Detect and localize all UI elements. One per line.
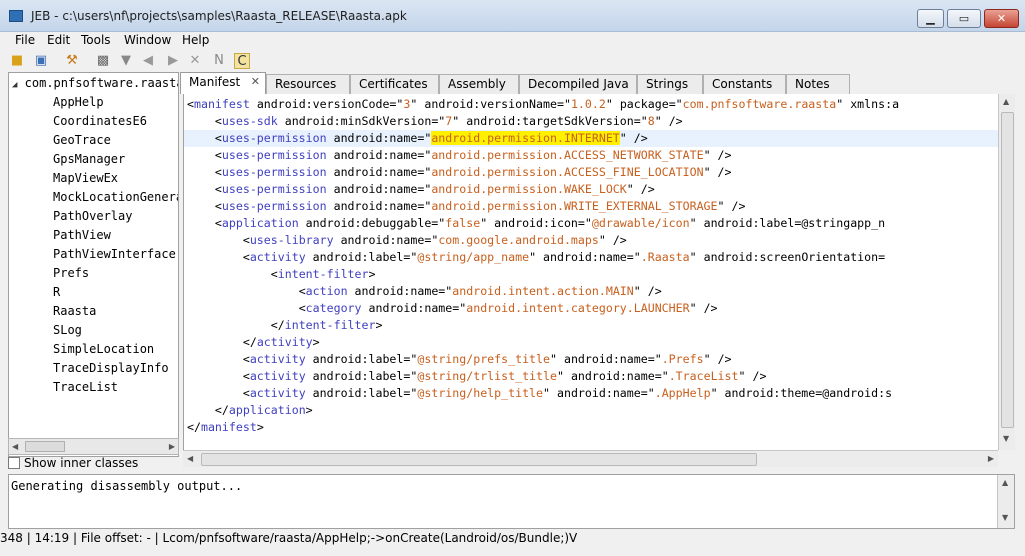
back-icon[interactable]: ◀ bbox=[140, 53, 156, 69]
code-line[interactable]: </application> bbox=[187, 402, 313, 419]
tab-resources[interactable]: Resources bbox=[266, 74, 350, 94]
tab-manifest[interactable]: Manifest ✕ bbox=[180, 72, 266, 94]
code-line[interactable]: <activity android:label="@string/app_nam… bbox=[187, 249, 885, 266]
tab-certificates[interactable]: Certificates bbox=[350, 74, 439, 94]
tab-constants[interactable]: Constants bbox=[703, 74, 786, 94]
binary-icon[interactable]: ▩ bbox=[95, 53, 111, 69]
menu-bar: File Edit Tools Window Help bbox=[0, 32, 1025, 51]
show-inner-classes-checkbox[interactable] bbox=[8, 457, 20, 469]
rename-icon[interactable]: N bbox=[211, 53, 227, 69]
tree-item[interactable]: Prefs bbox=[53, 266, 89, 285]
delete-icon[interactable]: ✕ bbox=[187, 53, 203, 69]
tree-item[interactable]: PathView bbox=[53, 228, 111, 247]
tree-item[interactable]: GpsManager bbox=[53, 152, 125, 171]
console-panel: Generating disassembly output... ▲ ▼ bbox=[8, 474, 1015, 529]
expand-arrow-icon[interactable]: ◢ bbox=[12, 80, 17, 90]
menu-tools[interactable]: Tools bbox=[79, 33, 113, 47]
scroll-up-icon[interactable]: ▲ bbox=[1003, 97, 1009, 106]
toolbar: ■ ▣ ⚒ ▩ ▼ ◀ ▶ ✕ N C bbox=[0, 51, 1025, 71]
status-bar: 348 | 14:19 | File offset: - | Lcom/pnfs… bbox=[0, 531, 578, 545]
code-line[interactable]: <activity android:label="@string/prefs_t… bbox=[187, 351, 732, 368]
scroll-right-icon[interactable]: ▶ bbox=[169, 442, 175, 451]
comment-icon[interactable]: C bbox=[234, 53, 250, 69]
code-line[interactable]: <category android:name="android.intent.c… bbox=[187, 300, 718, 317]
tree-item[interactable]: SimpleLocation bbox=[53, 342, 154, 361]
code-line[interactable]: <activity android:label="@string/trlist_… bbox=[187, 368, 767, 385]
code-line[interactable]: <application android:debuggable="false" … bbox=[187, 215, 885, 232]
title-bar: JEB - c:\users\nf\projects\samples\Raast… bbox=[0, 0, 1025, 32]
tree-item[interactable]: Raasta bbox=[53, 304, 96, 323]
close-button[interactable]: ✕ bbox=[984, 9, 1019, 28]
tree-item[interactable]: CoordinatesE6 bbox=[53, 114, 147, 133]
scroll-down-icon[interactable]: ▼ bbox=[1002, 513, 1008, 522]
tree-item[interactable]: MapViewEx bbox=[53, 171, 118, 190]
code-line[interactable]: </activity> bbox=[187, 334, 320, 351]
tree-root[interactable]: ◢ com.pnfsoftware.raasta bbox=[12, 76, 178, 95]
minimize-button[interactable]: ▁ bbox=[917, 9, 944, 28]
show-inner-classes-label: Show inner classes bbox=[24, 456, 139, 470]
tree-item[interactable]: GeoTrace bbox=[53, 133, 111, 152]
menu-window[interactable]: Window bbox=[122, 33, 173, 47]
code-line[interactable]: <uses-permission android:name="android.p… bbox=[184, 130, 998, 147]
code-line[interactable]: <uses-sdk android:minSdkVersion="7" andr… bbox=[187, 113, 683, 130]
tree-item[interactable]: TraceDisplayInfo bbox=[53, 361, 169, 380]
class-tree: ◢ com.pnfsoftware.raasta AppHelp Coordin… bbox=[8, 72, 179, 457]
code-line[interactable]: <intent-filter> bbox=[187, 266, 376, 283]
save-icon[interactable]: ▣ bbox=[33, 53, 49, 69]
search-highlight: android.permission.INTERNET bbox=[431, 131, 620, 145]
editor-hscroll-thumb[interactable] bbox=[201, 453, 757, 466]
scroll-left-icon[interactable]: ◀ bbox=[12, 442, 18, 451]
tab-strings[interactable]: Strings bbox=[637, 74, 703, 94]
code-line[interactable]: <uses-permission android:name="android.p… bbox=[187, 164, 732, 181]
forward-icon[interactable]: ▶ bbox=[165, 53, 181, 69]
editor-vscroll-thumb[interactable] bbox=[1001, 112, 1014, 428]
menu-file[interactable]: File bbox=[13, 33, 37, 47]
code-line[interactable]: <uses-library android:name="com.google.a… bbox=[187, 232, 627, 249]
code-line[interactable]: <uses-permission android:name="android.p… bbox=[187, 198, 746, 215]
menu-help[interactable]: Help bbox=[180, 33, 211, 47]
code-line[interactable]: <uses-permission android:name="android.p… bbox=[187, 147, 732, 164]
window-title: JEB - c:\users\nf\projects\samples\Raast… bbox=[31, 9, 407, 23]
wrench-icon[interactable]: ⚒ bbox=[64, 53, 80, 69]
editor-vertical-scrollbar[interactable]: ▲ ▼ bbox=[998, 94, 1015, 450]
code-line[interactable]: </intent-filter> bbox=[187, 317, 383, 334]
folder-open-icon[interactable]: ■ bbox=[9, 53, 25, 69]
tree-item[interactable]: SLog bbox=[53, 323, 82, 342]
manifest-editor[interactable]: <manifest android:versionCode="3" androi… bbox=[183, 94, 998, 450]
tab-notes[interactable]: Notes bbox=[786, 74, 850, 94]
code-line[interactable]: <action android:name="android.intent.act… bbox=[187, 283, 662, 300]
tree-item[interactable]: AppHelp bbox=[53, 95, 104, 114]
close-tab-icon[interactable]: ✕ bbox=[251, 73, 260, 91]
menu-edit[interactable]: Edit bbox=[45, 33, 72, 47]
console-output: Generating disassembly output... bbox=[11, 479, 243, 493]
tab-assembly[interactable]: Assembly bbox=[439, 74, 519, 94]
scroll-down-icon[interactable]: ▼ bbox=[1003, 434, 1009, 443]
tree-item[interactable]: PathOverlay bbox=[53, 209, 132, 228]
tree-scroll-thumb[interactable] bbox=[25, 441, 65, 452]
filter-icon[interactable]: ▼ bbox=[118, 53, 134, 69]
tree-item[interactable]: PathViewInterface bbox=[53, 247, 176, 266]
scroll-up-icon[interactable]: ▲ bbox=[1002, 478, 1008, 487]
tab-decompiled-java[interactable]: Decompiled Java bbox=[519, 74, 637, 94]
code-line[interactable]: </manifest> bbox=[187, 419, 264, 436]
editor-horizontal-scrollbar[interactable]: ◀ ▶ bbox=[183, 450, 998, 467]
code-line[interactable]: <activity android:label="@string/help_ti… bbox=[187, 385, 892, 402]
console-scrollbar[interactable]: ▲ ▼ bbox=[997, 475, 1014, 528]
tree-item[interactable]: TraceList bbox=[53, 380, 118, 399]
scroll-left-icon[interactable]: ◀ bbox=[187, 454, 193, 463]
scroll-right-icon[interactable]: ▶ bbox=[988, 454, 994, 463]
tree-horizontal-scrollbar[interactable]: ◀ ▶ bbox=[8, 438, 179, 455]
tab-strip: Manifest ✕ Resources Certificates Assemb… bbox=[180, 72, 1025, 94]
maximize-button[interactable]: ▭ bbox=[947, 9, 981, 28]
tree-item[interactable]: MockLocationGenerator bbox=[53, 190, 178, 209]
code-line[interactable]: <uses-permission android:name="android.p… bbox=[187, 181, 655, 198]
tree-item[interactable]: R bbox=[53, 285, 60, 304]
app-icon bbox=[9, 10, 23, 22]
code-line[interactable]: <manifest android:versionCode="3" androi… bbox=[187, 96, 899, 113]
